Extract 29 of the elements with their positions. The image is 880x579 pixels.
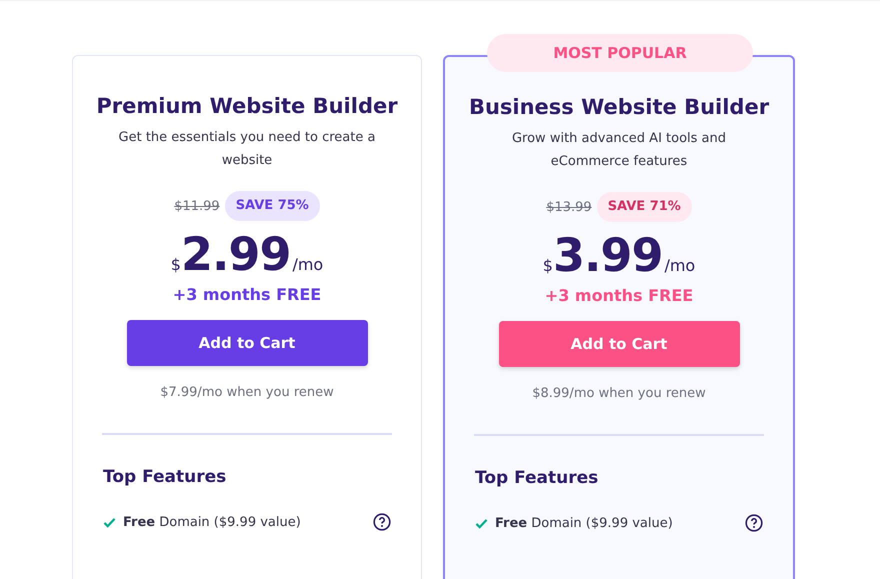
- bonus-text: +3 months FREE: [172, 285, 322, 304]
- plan-title: Premium Website Builder: [96, 94, 398, 118]
- price: 2.99: [180, 227, 290, 281]
- old-price: $13.99: [546, 200, 592, 214]
- features-heading: Top Features: [475, 468, 600, 488]
- add-to-cart-button[interactable]: Add to Cart: [126, 320, 368, 366]
- old-price: $11.99: [174, 198, 220, 214]
- check-icon: [475, 518, 488, 528]
- renewal-price: $7.99/mo when you renew: [160, 385, 334, 400]
- help-icon[interactable]: [745, 514, 763, 532]
- renewal-price: $8.99/mo when you renew: [532, 386, 706, 401]
- add-to-cart-button[interactable]: Add to Cart: [498, 321, 740, 367]
- currency-symbol: $: [542, 256, 553, 275]
- feature-text: Free Domain ($9.99 value): [495, 516, 674, 530]
- price-period: /mo: [664, 256, 696, 275]
- most-popular-badge: MOST POPULAR: [487, 34, 753, 72]
- check-icon: [103, 516, 116, 528]
- price: 3.99: [552, 228, 662, 282]
- plan-description: Grow with advanced AI tools and eCommerce features: [510, 130, 728, 171]
- discount-badge: SAVE 75%: [224, 191, 320, 221]
- currency-symbol: $: [170, 255, 181, 274]
- bonus-text: +3 months FREE: [544, 286, 694, 305]
- plan-title: Business Website Builder: [468, 95, 770, 119]
- price-period: /mo: [292, 255, 324, 274]
- help-icon[interactable]: [373, 513, 391, 531]
- discount-badge: SAVE 71%: [596, 192, 692, 222]
- feature-text: Free Domain ($9.99 value): [123, 514, 302, 530]
- plan-description: Get the essentials you need to create a website: [118, 129, 376, 170]
- features-heading: Top Features: [103, 467, 228, 487]
